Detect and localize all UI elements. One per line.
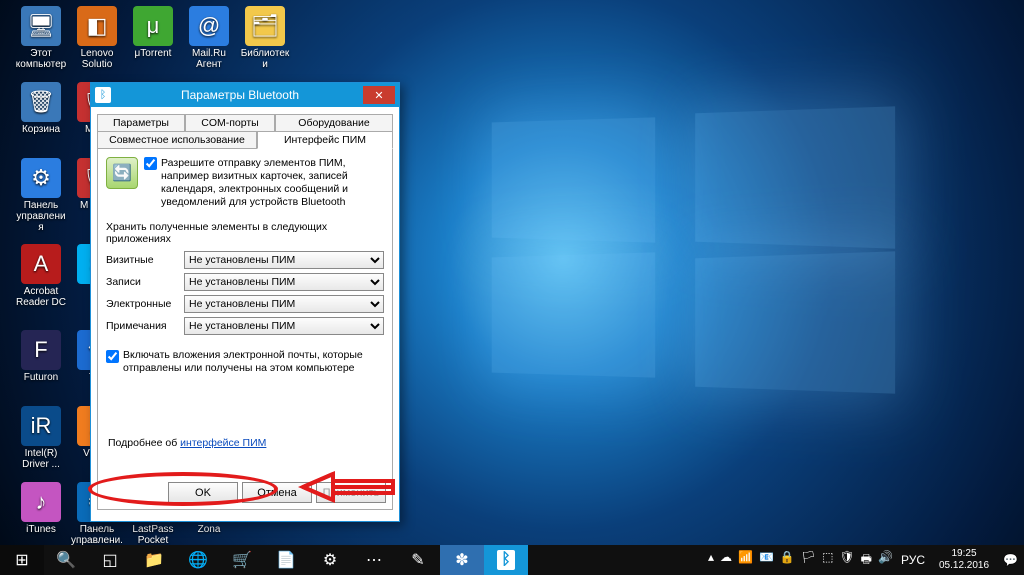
tab-panel-pim: 🔄 Разрешите отправку элементов ПИМ, напр… — [97, 148, 393, 510]
desktop-icon-7[interactable]: ⚙Панель управления — [14, 158, 68, 233]
icon-label: Acrobat Reader DC — [14, 286, 68, 308]
sync-icon: 🔄 — [106, 157, 138, 189]
icon-label: μTorrent — [126, 48, 180, 59]
icon-label: LastPass Pocket — [126, 524, 180, 546]
bluetooth-icon: ᛒ — [95, 87, 111, 103]
taskbar-button-1[interactable]: 🔍 — [44, 545, 88, 575]
include-attachments-input[interactable] — [106, 350, 119, 363]
tray-icon-7[interactable]: 🛡 — [839, 550, 854, 571]
taskbar: ⊞🔍◱📁🌐🛒📄⚙⋯✎✽ᛒ ▴ ☁ 📶 📧 🔒 🏳 ⬚ 🛡 🖶 🔊 РУС 19:25 05.12.… — [0, 545, 1024, 575]
allow-pim-checkbox[interactable]: Разрешите отправку элементов ПИМ, наприм… — [144, 157, 384, 209]
icon-label: Этот компьютер — [14, 48, 68, 70]
pim-row-select[interactable]: Не установлены ПИМ — [184, 273, 384, 291]
lang-indicator[interactable]: РУС — [901, 553, 925, 567]
pim-row-label: Примечания — [106, 320, 184, 332]
app-icon: 🗂 — [245, 6, 285, 46]
desktop-icon-4[interactable]: 🗂Библиотеки — [238, 6, 292, 70]
bluetooth-settings-window: ᛒ Параметры Bluetooth ✕ ПараметрыCOM-пор… — [90, 82, 400, 522]
icon-label: Корзина — [14, 124, 68, 135]
desktop-icon-1[interactable]: ◧Lenovo Solutio — [70, 6, 124, 70]
app-icon: A — [21, 244, 61, 284]
storage-section-label: Хранить полученные элементы в следующих … — [106, 221, 384, 245]
desktop-icon-3[interactable]: @Mail.Ru Агент — [182, 6, 236, 70]
taskbar-button-5[interactable]: 🛒 — [220, 545, 264, 575]
desktop-icon-5[interactable]: 🗑 Корзина — [14, 82, 68, 135]
taskbar-button-2[interactable]: ◱ — [88, 545, 132, 575]
app-icon: ⚙ — [21, 158, 61, 198]
desktop-icon-15[interactable]: ♪ iTunes — [14, 482, 68, 535]
app-icon: @ — [189, 6, 229, 46]
app-icon: F — [21, 330, 61, 370]
tab-COM-порты[interactable]: COM-порты — [185, 114, 275, 131]
pim-row-label: Визитные — [106, 254, 184, 266]
desktop-icon-9[interactable]: AAcrobat Reader DC — [14, 244, 68, 308]
pim-row-label: Электронные — [106, 298, 184, 310]
desktop-icon-0[interactable]: 🖥Этот компьютер — [14, 6, 68, 70]
taskbar-button-6[interactable]: 📄 — [264, 545, 308, 575]
pim-row-0: ВизитныеНе установлены ПИМ — [106, 251, 384, 269]
app-icon: ♪ — [21, 482, 61, 522]
allow-pim-label: Разрешите отправку элементов ПИМ, наприм… — [161, 157, 384, 209]
app-icon: μ — [133, 6, 173, 46]
tab-Интерфейс-ПИМ[interactable]: Интерфейс ПИМ — [257, 131, 393, 149]
icon-label: Zona — [182, 524, 236, 535]
tray-icon-9[interactable]: 🔊 — [878, 550, 893, 571]
pim-row-2: ЭлектронныеНе установлены ПИМ — [106, 295, 384, 313]
icon-label: iTunes — [14, 524, 68, 535]
desktop-icon-13[interactable]: iRIntel(R) Driver ... — [14, 406, 68, 470]
taskbar-button-bluetooth[interactable]: ᛒ — [484, 545, 528, 575]
tray-icon-4[interactable]: 🔒 — [780, 550, 795, 571]
tab-Параметры[interactable]: Параметры — [97, 114, 185, 131]
window-title: Параметры Bluetooth — [117, 88, 363, 102]
tray-icon-2[interactable]: 📶 — [738, 550, 753, 571]
pim-row-3: ПримечанияНе установлены ПИМ — [106, 317, 384, 335]
pim-row-select[interactable]: Не установлены ПИМ — [184, 251, 384, 269]
taskbar-button-10[interactable]: ✽ — [440, 545, 484, 575]
pim-row-select[interactable]: Не установлены ПИМ — [184, 317, 384, 335]
pim-row-select[interactable]: Не установлены ПИМ — [184, 295, 384, 313]
ok-button[interactable]: OK — [168, 482, 238, 503]
tray-icon-0[interactable]: ▴ — [708, 550, 714, 571]
titlebar[interactable]: ᛒ Параметры Bluetooth ✕ — [91, 83, 399, 107]
taskbar-button-3[interactable]: 📁 — [132, 545, 176, 575]
icon-label: Mail.Ru Агент — [182, 48, 236, 70]
tray-icon-1[interactable]: ☁ — [720, 550, 732, 571]
clock[interactable]: 19:25 05.12.2016 — [933, 546, 995, 574]
cancel-button[interactable]: Отмена — [242, 482, 312, 503]
icon-label: Futuron — [14, 372, 68, 383]
pim-row-1: ЗаписиНе установлены ПИМ — [106, 273, 384, 291]
tray-icon-6[interactable]: ⬚ — [822, 550, 833, 571]
tray-icon-8[interactable]: 🖶 — [861, 550, 872, 571]
icon-label: Intel(R) Driver ... — [14, 448, 68, 470]
desktop-icon-11[interactable]: F Futuron — [14, 330, 68, 383]
start-button[interactable]: ⊞ — [0, 545, 44, 575]
app-icon: iR — [21, 406, 61, 446]
taskbar-button-7[interactable]: ⚙ — [308, 545, 352, 575]
more-info-link[interactable]: интерфейсе ПИМ — [180, 437, 266, 449]
app-icon: 🗑 — [21, 82, 61, 122]
apply-button[interactable]: Применить — [316, 482, 386, 503]
tray-icon-5[interactable]: 🏳 — [801, 550, 816, 571]
pim-row-label: Записи — [106, 276, 184, 288]
app-icon: ◧ — [77, 6, 117, 46]
taskbar-button-4[interactable]: 🌐 — [176, 545, 220, 575]
desktop-icon-2[interactable]: μ μTorrent — [126, 6, 180, 59]
include-attachments-label: Включать вложения электронной почты, кот… — [123, 349, 384, 375]
icon-label: Панель управления — [14, 200, 68, 233]
tray-icon-3[interactable]: 📧 — [759, 550, 774, 571]
taskbar-button-8[interactable]: ⋯ — [352, 545, 396, 575]
system-tray: ▴ ☁ 📶 📧 🔒 🏳 ⬚ 🛡 🖶 🔊 РУС 19:25 05.12.2016 💬 — [702, 545, 1024, 575]
close-button[interactable]: ✕ — [363, 86, 395, 104]
tab-Совместное-использование[interactable]: Совместное использование — [97, 131, 257, 149]
app-icon: 🖥 — [21, 6, 61, 46]
tab-Оборудование[interactable]: Оборудование — [275, 114, 393, 131]
taskbar-button-9[interactable]: ✎ — [396, 545, 440, 575]
more-info: Подробнее об интерфейсе ПИМ — [108, 437, 266, 449]
icon-label: Lenovo Solutio — [70, 48, 124, 70]
allow-pim-input[interactable] — [144, 157, 157, 170]
notifications-icon[interactable]: 💬 — [1003, 553, 1018, 567]
icon-label: Библиотеки — [238, 48, 292, 70]
